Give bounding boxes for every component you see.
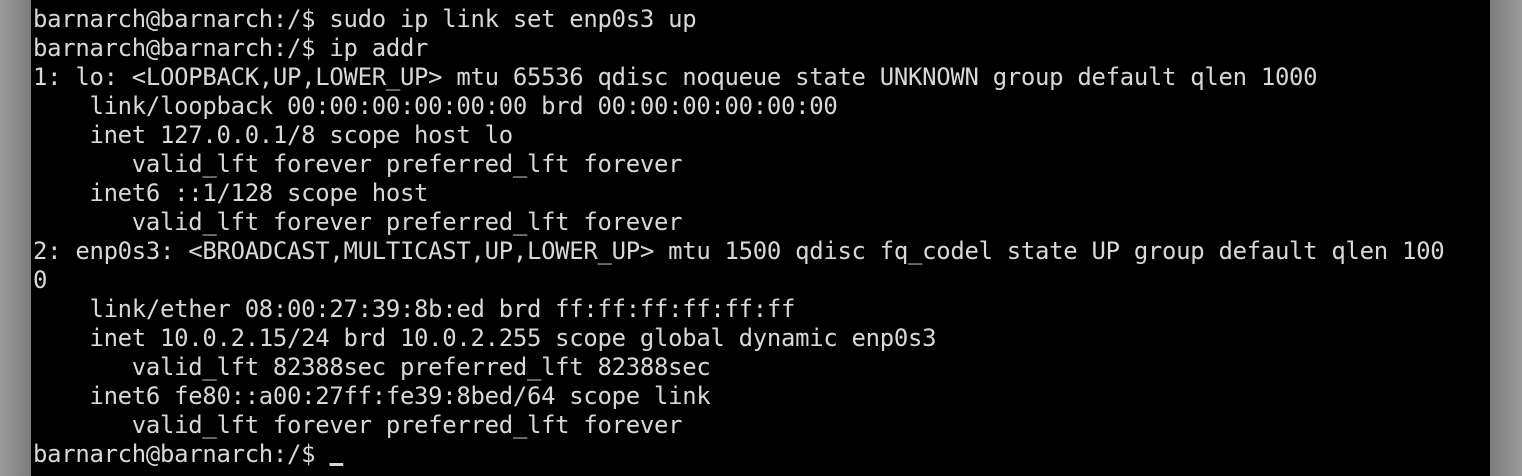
shell-prompt: barnarch@barnarch:/$: [33, 439, 330, 468]
terminal-line: barnarch@barnarch:/$ sudo ip link set en…: [33, 4, 697, 33]
terminal-window[interactable]: barnarch@barnarch:/$ sudo ip link set en…: [31, 0, 1490, 476]
terminal-line: inet 127.0.0.1/8 scope host lo: [33, 120, 513, 149]
window-frame: barnarch@barnarch:/$ sudo ip link set en…: [0, 0, 1522, 476]
terminal-line: inet6 fe80::a00:27ff:fe39:8bed/64 scope …: [33, 381, 711, 410]
terminal-output: barnarch@barnarch:/$ sudo ip link set en…: [33, 4, 1445, 468]
text-cursor: [329, 463, 344, 466]
terminal-line: 1: lo: <LOOPBACK,UP,LOWER_UP> mtu 65536 …: [33, 62, 1318, 91]
terminal-line: link/loopback 00:00:00:00:00:00 brd 00:0…: [33, 91, 838, 120]
terminal-line: valid_lft forever preferred_lft forever: [33, 410, 683, 439]
terminal-line: 0: [33, 265, 48, 294]
terminal-line: valid_lft forever preferred_lft forever: [33, 149, 683, 178]
prompt-line[interactable]: barnarch@barnarch:/$: [33, 439, 1444, 468]
terminal-line: valid_lft 82388sec preferred_lft 82388se…: [33, 352, 711, 381]
terminal-line: 2: enp0s3: <BROADCAST,MULTICAST,UP,LOWER…: [33, 236, 1445, 265]
terminal-line: link/ether 08:00:27:39:8b:ed brd ff:ff:f…: [33, 294, 796, 323]
terminal-line: barnarch@barnarch:/$ ip addr: [33, 33, 429, 62]
terminal-line: inet 10.0.2.15/24 brd 10.0.2.255 scope g…: [33, 323, 937, 352]
terminal-line: valid_lft forever preferred_lft forever: [33, 207, 683, 236]
terminal-line: inet6 ::1/128 scope host: [33, 178, 429, 207]
